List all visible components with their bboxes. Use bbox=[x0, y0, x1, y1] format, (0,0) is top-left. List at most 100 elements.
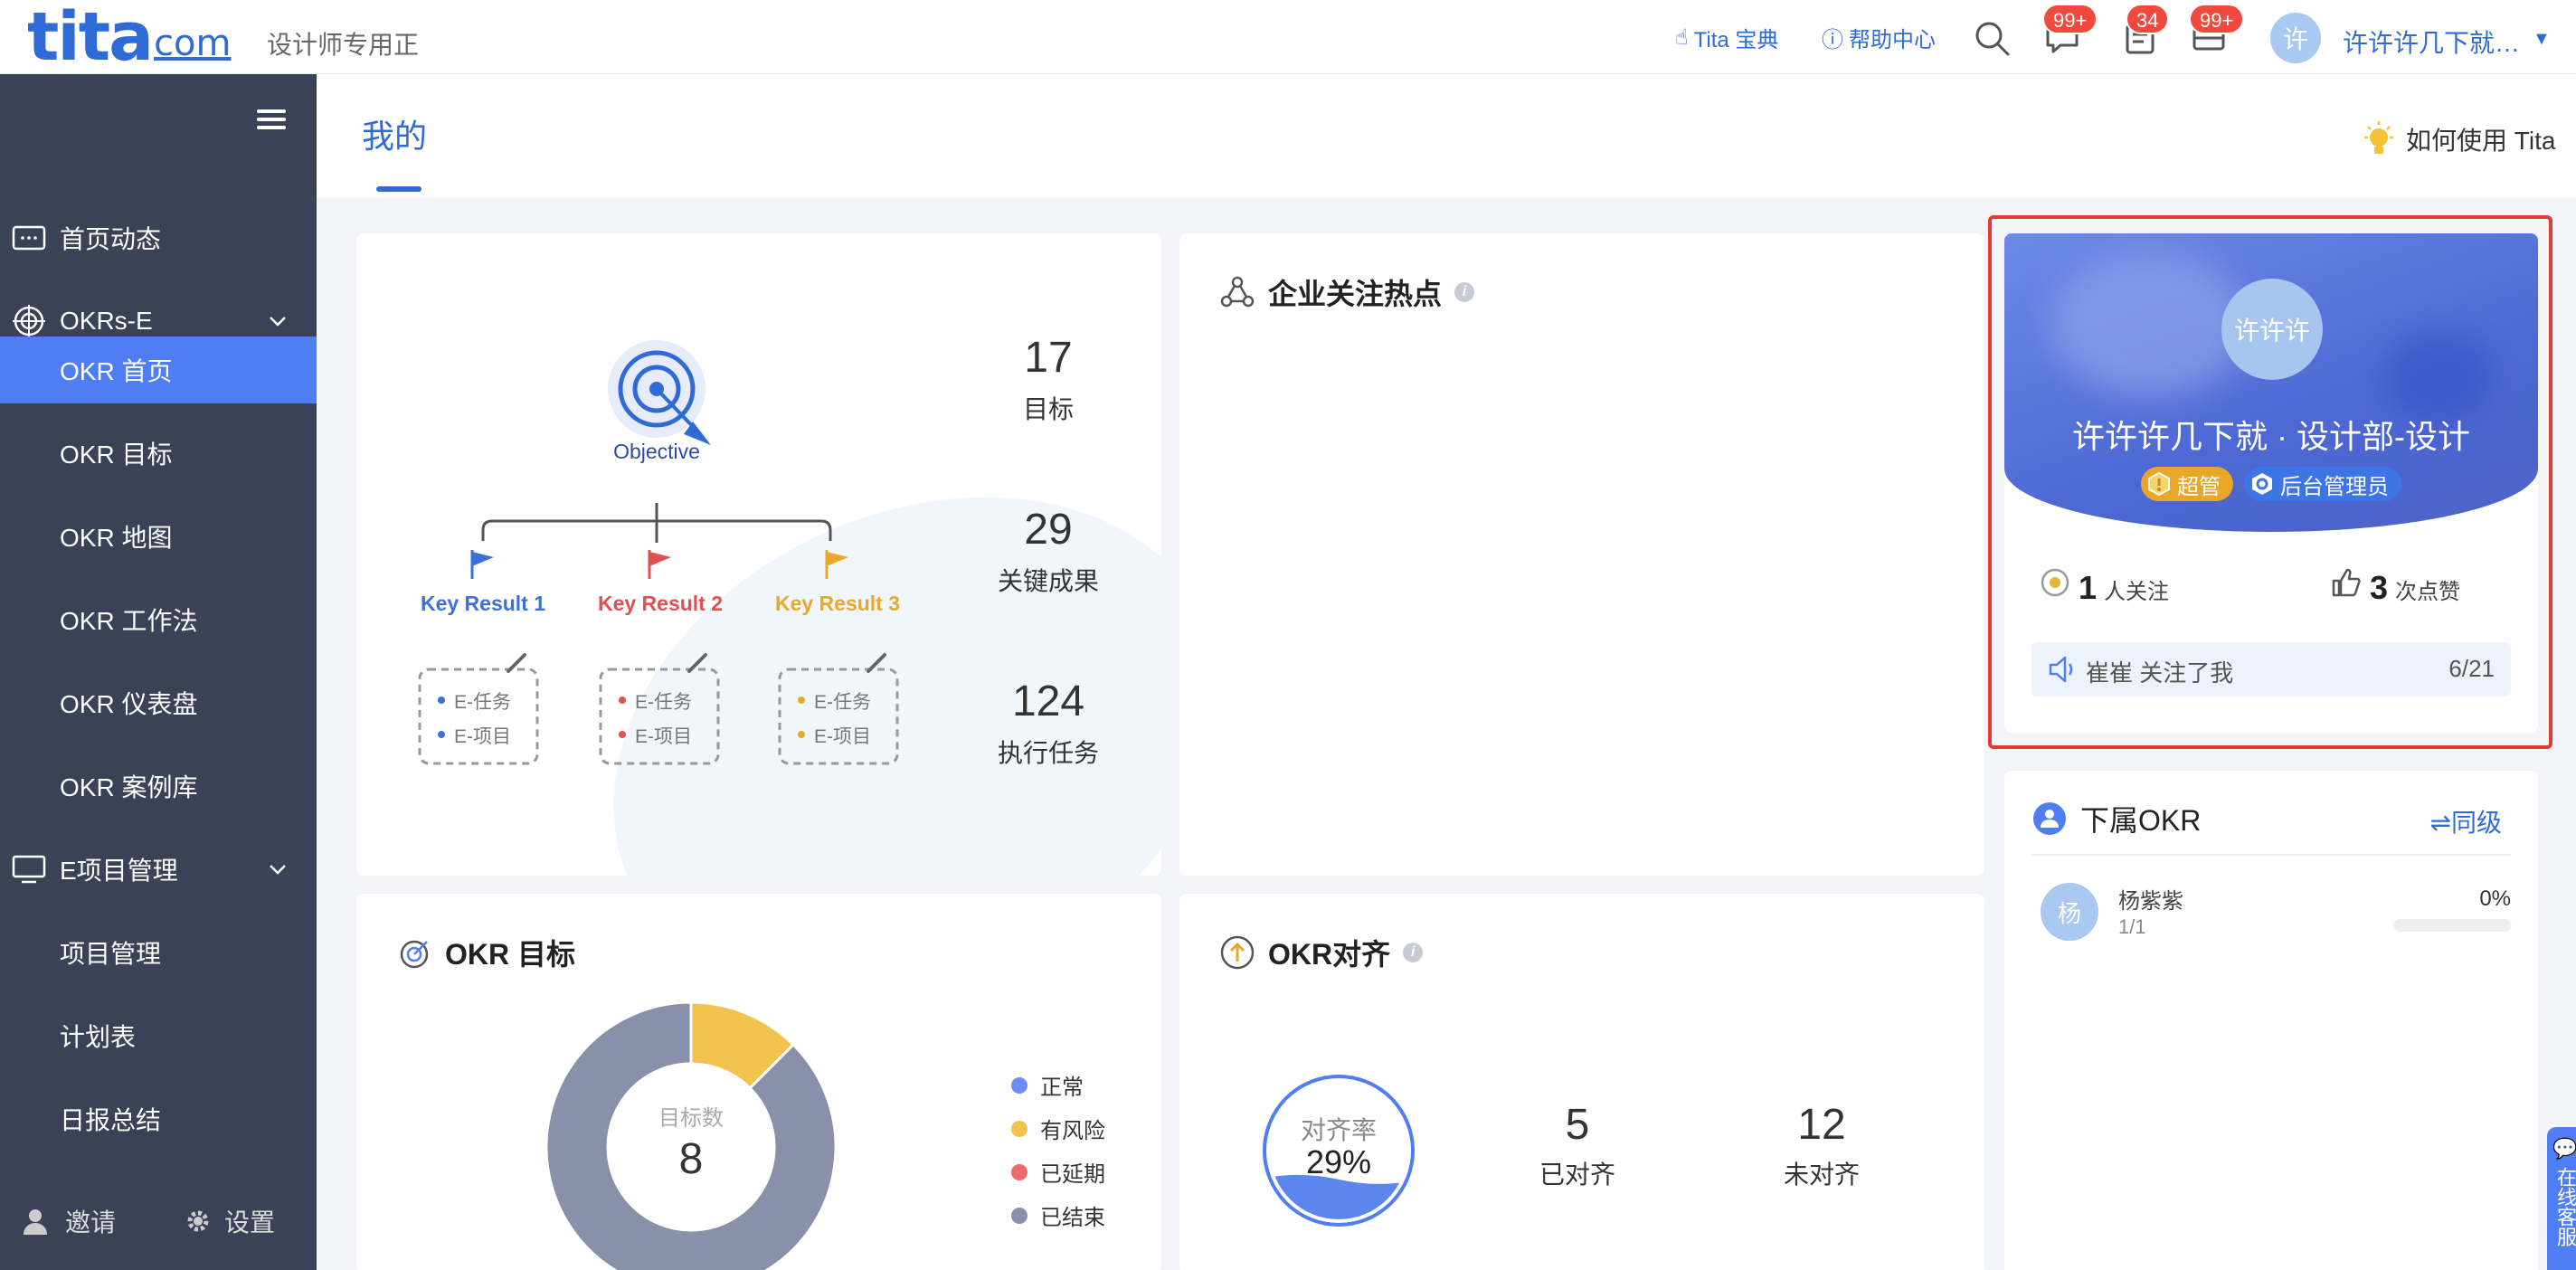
speaker-icon bbox=[2049, 656, 2073, 683]
alignment-rate-label: 对齐率 bbox=[1300, 1116, 1377, 1144]
stat-unaligned[interactable]: 12 未对齐 bbox=[1731, 1100, 1912, 1191]
likes-stat[interactable]: 3 次点赞 bbox=[2330, 566, 2460, 607]
box-project-label: E-项目 bbox=[454, 726, 511, 747]
top-bar: tita com 设计师专用正 ☝ Tita 宝典 ⓘ 帮助中心 99+ 34 … bbox=[0, 0, 2576, 76]
tita-logo[interactable]: tita com bbox=[27, 0, 232, 76]
box-task-label: E-任务 bbox=[814, 692, 871, 713]
target-title: OKR 目标 bbox=[396, 932, 575, 973]
search-icon[interactable] bbox=[1972, 18, 2012, 58]
gear-icon bbox=[187, 1210, 209, 1232]
nav-okr-objectives[interactable]: OKR 目标 bbox=[0, 420, 317, 487]
menu-icon[interactable] bbox=[257, 105, 286, 134]
user-name[interactable]: 许许许几下就… bbox=[2343, 24, 2520, 60]
target-icon bbox=[400, 940, 429, 969]
okr-alignment-card: OKR对齐 i 对齐率 29% 5 已对齐 12 未对齐 bbox=[1179, 894, 1984, 1270]
profile-stats: 1 人关注 3 次点赞 bbox=[2004, 559, 2538, 613]
profile-name: 许许许几下就 · 设计部-设计 bbox=[2072, 418, 2470, 455]
nav-okr-map[interactable]: OKR 地图 bbox=[0, 503, 317, 570]
alignment-rate-value: 29% bbox=[1305, 1143, 1372, 1180]
workspace-name: 设计师专用正 bbox=[267, 31, 420, 59]
thumbs-up-icon bbox=[2332, 568, 2361, 597]
nav-daily-report[interactable]: 日报总结 bbox=[0, 1085, 317, 1152]
legend-item: 已结束 bbox=[1011, 1199, 1105, 1231]
avatar: 杨 bbox=[2041, 883, 2098, 941]
info-icon[interactable]: i bbox=[1454, 282, 1475, 302]
gear-icon bbox=[2252, 473, 2272, 495]
help-icon: ⓘ bbox=[1822, 28, 1843, 52]
enterprise-hotspot-card: 企业关注热点 i bbox=[1179, 233, 1984, 876]
network-icon bbox=[1220, 276, 1255, 308]
active-tab-indicator bbox=[376, 186, 421, 192]
objective-label: Objective bbox=[613, 440, 700, 463]
followers-stat[interactable]: 1 人关注 bbox=[2039, 566, 2169, 607]
caret-down-icon[interactable]: ▼ bbox=[2533, 29, 2551, 50]
switch-peer-button[interactable]: ⇌同级 bbox=[2430, 803, 2502, 839]
eye-icon bbox=[2041, 568, 2069, 597]
page-header: 我的 如何使用 Tita bbox=[317, 74, 2576, 197]
box-task-label: E-任务 bbox=[635, 692, 692, 713]
stat-tasks[interactable]: 124 执行任务 bbox=[971, 677, 1125, 770]
legend-item: 正常 bbox=[1011, 1069, 1084, 1101]
legend-item: 已延期 bbox=[1011, 1156, 1105, 1188]
info-icon[interactable]: i bbox=[1403, 943, 1424, 962]
stat-objectives[interactable]: 17 目标 bbox=[971, 333, 1125, 426]
super-admin-tag: 超管 bbox=[2141, 467, 2233, 501]
key-result-3-label: Key Result 3 bbox=[774, 592, 901, 615]
nav-okr-home[interactable]: OKR 首页 bbox=[0, 336, 317, 403]
chevron-down-icon bbox=[270, 865, 286, 875]
tita-guide-link[interactable]: ☝ Tita 宝典 bbox=[1675, 22, 1778, 53]
box-project-label: E-项目 bbox=[635, 726, 692, 747]
team-icon bbox=[2033, 802, 2066, 835]
subordinate-title: 下属OKR bbox=[2031, 798, 2201, 839]
nav-okr-dashboard[interactable]: OKR 仪表盘 bbox=[0, 669, 317, 736]
stat-key-results[interactable]: 29 关键成果 bbox=[971, 505, 1125, 598]
help-center-link[interactable]: ⓘ 帮助中心 bbox=[1822, 22, 1936, 53]
sidebar-footer: 邀请 设置 bbox=[0, 1194, 317, 1248]
nav-schedule[interactable]: 计划表 bbox=[0, 1002, 317, 1069]
flag-icon bbox=[648, 550, 671, 579]
nav-home-feed[interactable]: 首页动态 bbox=[0, 204, 317, 271]
chat-bubble-icon: 💬 bbox=[2552, 1137, 2576, 1160]
nav-okr-method[interactable]: OKR 工作法 bbox=[0, 586, 317, 653]
profile-tags: 超管 后台管理员 bbox=[2004, 467, 2538, 501]
donut-center-label: 目标数 bbox=[658, 1106, 724, 1131]
key-result-1-label: Key Result 1 bbox=[420, 592, 546, 615]
target-icon bbox=[13, 305, 45, 337]
backend-admin-tag: 后台管理员 bbox=[2244, 467, 2401, 501]
okr-structure-illustration bbox=[418, 340, 899, 765]
hand-icon: ☝ bbox=[1675, 25, 1689, 50]
nav-project-group[interactable]: E项目管理 bbox=[0, 836, 317, 903]
follow-notice[interactable]: 崔崔 关注了我 6/21 bbox=[2031, 642, 2511, 697]
legend-item: 有风险 bbox=[1011, 1113, 1105, 1144]
user-avatar[interactable]: 许 bbox=[2270, 13, 2321, 63]
monitor-icon bbox=[12, 855, 46, 884]
lightbulb-icon bbox=[2364, 121, 2393, 154]
okr-summary-card: Objective Key Result 1 Key Result 2 Key … bbox=[356, 233, 1161, 876]
okr-target-card: OKR 目标 目标数 8 正常 有风险 已延期 已结束 bbox=[356, 894, 1161, 1270]
tab-mine[interactable]: 我的 bbox=[362, 110, 427, 157]
hotspot-title: 企业关注热点 i bbox=[1219, 271, 1475, 313]
nav-okr-cases[interactable]: OKR 案例库 bbox=[0, 753, 317, 820]
notice-counter: 6/21 bbox=[2448, 655, 2495, 682]
messages-badge: 99+ bbox=[2042, 4, 2098, 34]
box-task-label: E-任务 bbox=[454, 692, 511, 713]
chevron-down-icon bbox=[270, 317, 286, 327]
online-service-button[interactable]: 💬 在线客服 bbox=[2547, 1127, 2576, 1270]
tasks-badge: 34 bbox=[2126, 4, 2170, 34]
target-donut-chart bbox=[545, 1000, 838, 1270]
invite-button[interactable]: 邀请 bbox=[22, 1203, 116, 1239]
subordinate-okr-card: 下属OKR ⇌同级 杨 杨紫紫 1/1 0% bbox=[2004, 771, 2538, 1270]
list-item[interactable]: 杨 杨紫紫 1/1 0% bbox=[2041, 876, 2511, 948]
settings-button[interactable]: 设置 bbox=[185, 1203, 275, 1239]
profile-avatar[interactable]: 许许许 bbox=[2221, 279, 2323, 380]
message-icon bbox=[12, 225, 46, 251]
how-to-use-link[interactable]: 如何使用 Tita bbox=[2361, 119, 2555, 159]
align-up-icon bbox=[1220, 935, 1255, 970]
stat-aligned[interactable]: 5 已对齐 bbox=[1487, 1100, 1668, 1191]
user-add-icon bbox=[24, 1209, 47, 1235]
nav-project-management[interactable]: 项目管理 bbox=[0, 919, 317, 986]
donut-center-value: 8 bbox=[678, 1135, 704, 1183]
alignment-title: OKR对齐 i bbox=[1219, 932, 1424, 973]
flag-icon bbox=[825, 550, 848, 579]
shield-icon bbox=[2148, 471, 2170, 497]
